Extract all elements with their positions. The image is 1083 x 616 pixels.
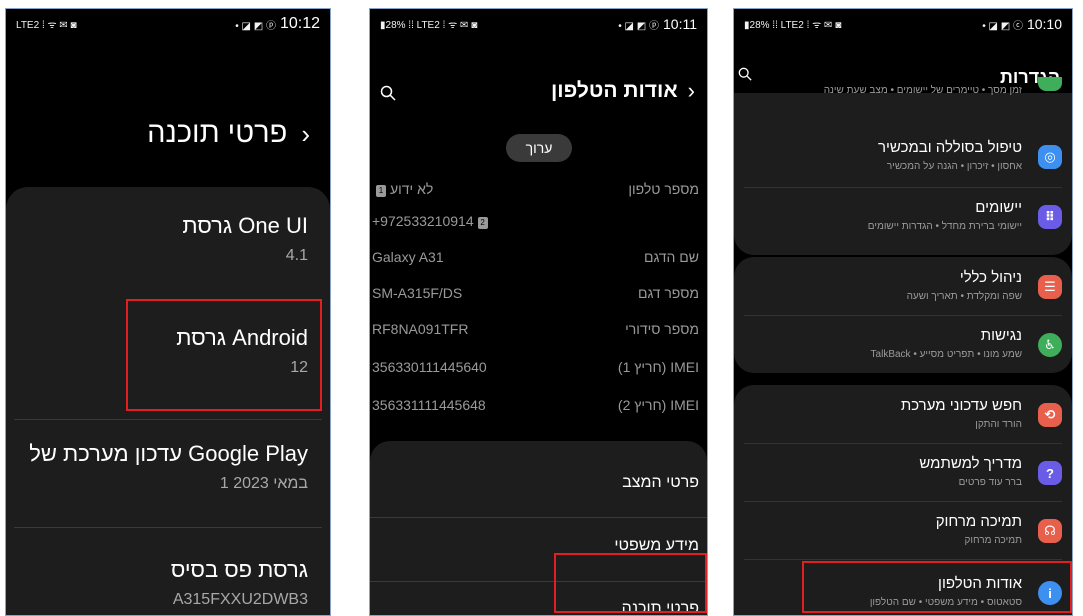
settings-item-general-management[interactable]: ניהול כללי שפה ומקלדת • תאריך ושעה ☰ [734,259,1072,315]
menu-item-legal-info[interactable]: מידע משפטי [614,537,699,555]
back-chevron-icon[interactable]: ‹ [301,121,310,147]
software-info-card: גרסת One UI 4.1 גרסת Android 12 עדכון מע… [6,187,330,615]
page-title: אודות הטלפון [550,79,678,102]
status-bar: LTE2 ⁞ ᯤ ✉ ◙ • ◪ ◩ ⓟ 10:12 [6,9,330,39]
info-row-model-name: שם הדגם Galaxy A31 [372,249,699,265]
divider [14,527,322,528]
status-icons-right: • ◪ ◩ ⓟ 10:12 [235,15,320,32]
status-bar: ▮28% ⁞⁞ LTE2 ⁞ ᯤ ✉ ◙ • ◪ ◩ ⓒ 10:10 [734,9,1072,39]
software-info-screen: LTE2 ⁞ ᯤ ✉ ◙ • ◪ ◩ ⓟ 10:12 ‹ פרטי תוכנה … [5,8,331,616]
settings-item-battery-device-care[interactable]: טיפול בסוללה ובמכשיר אחסון • זיכרון • הג… [734,129,1072,185]
settings-item-apps[interactable]: יישומים יישומי ברירת מחדל • הגדרות יישומ… [734,189,1072,245]
settings-item-user-manual[interactable]: מדריך למשתמש ברר עוד פרטים ? [734,445,1072,501]
about-phone-icon: i [1038,581,1062,605]
status-icons-left: ▮28% ⁞⁞ LTE2 ⁞ ᯤ ✉ ◙ [380,20,478,31]
settings-screen: ▮28% ⁞⁞ LTE2 ⁞ ᯤ ✉ ◙ • ◪ ◩ ⓒ 10:10 הגדרו… [733,8,1073,616]
info-row-imei-2: IMEI (חריץ 2) 356331111445648 [372,397,699,413]
remote-support-icon: ☊ [1038,519,1062,543]
device-care-icon: ◎ [1038,145,1062,169]
settings-item-about-phone[interactable]: אודות הטלפון סטאטוס • מידע משפטי • שם הט… [734,565,1072,615]
clock: 10:12 [279,15,320,32]
about-phone-menu-card: פרטי המצב מידע משפטי פרטי תוכנה [370,441,707,615]
settings-group: זמן מסך • טיימרים של יישומים • מצב שעת ש… [734,77,1072,255]
list-item-android-version[interactable]: גרסת Android 12 [6,325,330,377]
settings-item-remote-support[interactable]: תמיכה מרחוק תמיכה מרחוק ☊ [734,503,1072,559]
page-header: ‹ אודות הטלפון [370,79,707,119]
accessibility-icon: ♿ [1038,333,1062,357]
status-icons-right: • ◪ ◩ ⓟ 10:11 [618,16,697,32]
divider [370,517,707,518]
about-phone-screen: ▮28% ⁞⁞ LTE2 ⁞ ᯤ ✉ ◙ • ◪ ◩ ⓟ 10:11 ‹ אוד… [369,8,708,616]
settings-item-software-update[interactable]: חפש עדכוני מערכת הורד והתקן ⟲ [734,387,1072,443]
edit-button[interactable]: ערוך [506,134,572,162]
divider [744,443,1062,444]
divider [14,419,322,420]
info-row-serial-number: מספר סידורי RF8NA091TFR [372,321,699,337]
status-icons-left: LTE2 ⁞ ᯤ ✉ ◙ [16,20,77,31]
settings-item-digital-wellbeing[interactable]: זמן מסך • טיימרים של יישומים • מצב שעת ש… [734,77,1072,111]
info-row-phone-number: מספר טלפון 1 לא ידוע [370,181,707,209]
wellbeing-icon [1038,77,1062,91]
info-row-model-number: מספר דגם SM-A315F/DS [372,285,699,301]
sim-1-icon: 1 [376,185,386,197]
status-icons-right: • ◪ ◩ ⓒ 10:10 [982,16,1062,32]
back-chevron-icon[interactable]: ‹ [688,80,695,102]
user-manual-icon: ? [1038,461,1062,485]
menu-item-status-info[interactable]: פרטי המצב [622,474,699,492]
software-update-icon: ⟲ [1038,403,1062,427]
settings-item-accessibility[interactable]: נגישות שמע מונו • תפריט מסייע • TalkBack… [734,317,1072,373]
list-item-google-play-update[interactable]: עדכון מערכת של Google Play 1 במאי 2023 [6,441,330,493]
status-icons-left: ▮28% ⁞⁞ LTE2 ⁞ ᯤ ✉ ◙ [744,20,842,31]
list-item-baseband-version[interactable]: גרסת פס בסיס A315FXXU2DWB3 [6,557,330,609]
info-row-phone-number-2: +972533210914 2 [370,213,707,241]
clock: 10:10 [1026,16,1062,32]
apps-icon: ⠿ [1038,205,1062,229]
page-title: פרטי תוכנה [147,117,288,149]
divider [744,501,1062,502]
status-bar: ▮28% ⁞⁞ LTE2 ⁞ ᯤ ✉ ◙ • ◪ ◩ ⓟ 10:11 [370,9,707,39]
search-icon[interactable] [380,85,396,106]
general-management-icon: ☰ [1038,275,1062,299]
menu-item-software-info[interactable]: פרטי תוכנה [622,600,699,615]
divider [744,559,1062,560]
page-header: ‹ פרטי תוכנה [147,117,310,150]
divider [744,315,1062,316]
sim-2-icon: 2 [477,217,488,229]
clock: 10:11 [663,16,697,32]
divider [744,187,1062,188]
settings-group: ניהול כללי שפה ומקלדת • תאריך ושעה ☰ נגי… [734,257,1072,373]
settings-group: חפש עדכוני מערכת הורד והתקן ⟲ מדריך למשת… [734,385,1072,615]
info-row-imei-1: IMEI (חריץ 1) 356330111445640 [372,359,699,375]
divider [370,581,707,582]
list-item-one-ui-version[interactable]: גרסת One UI 4.1 [6,213,330,265]
